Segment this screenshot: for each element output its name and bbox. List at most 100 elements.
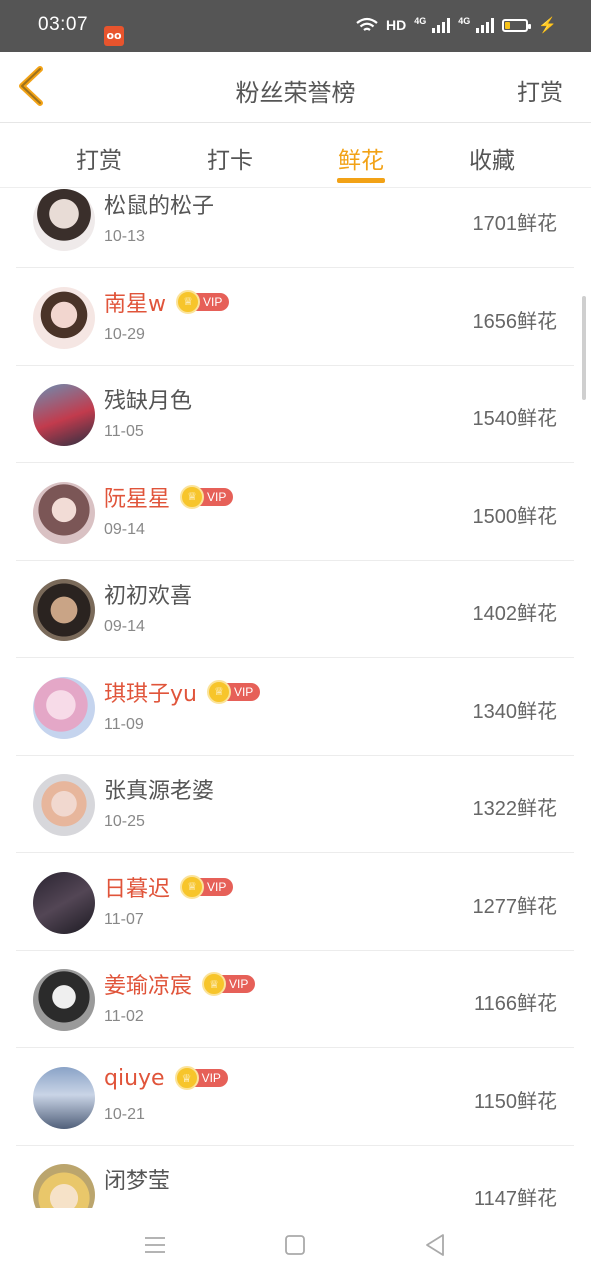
list-item[interactable]: 琪琪子yu ♕ VIP 11-09 1340鲜花: [16, 659, 574, 756]
flower-count: 1540鲜花: [472, 408, 558, 430]
crown-icon: ♕: [206, 679, 231, 704]
avatar[interactable]: [33, 774, 95, 836]
user-name: 琪琪子yu: [104, 681, 197, 707]
crown-icon: ♕: [180, 874, 205, 899]
list-item[interactable]: 闭梦莹 1147鲜花: [16, 1146, 574, 1208]
user-name: 阮星星: [104, 486, 171, 512]
flower-count: 1500鲜花: [472, 505, 558, 528]
name-line: 残缺月色: [104, 383, 192, 415]
list-item[interactable]: 日暮迟 ♕ VIP 11-07 1277鲜花: [16, 854, 574, 951]
avatar[interactable]: [33, 189, 95, 251]
join-date: 10-25: [104, 813, 145, 830]
list-item[interactable]: 张真源老婆 10-25 1322鲜花: [16, 756, 574, 853]
list-item[interactable]: 姜瑜凉宸 ♕ VIP 11-02 1166鲜花: [16, 951, 574, 1048]
flower-count: 1147鲜花: [473, 1188, 557, 1208]
flower-count: 1322鲜花: [472, 798, 558, 820]
vip-badge: ♕ VIP: [176, 289, 230, 314]
user-name: 残缺月色: [104, 389, 193, 414]
reward-button[interactable]: 打赏: [517, 73, 563, 107]
flower-count: 1166鲜花: [473, 993, 557, 1015]
home-button[interactable]: [280, 1230, 310, 1260]
page-header: 粉丝荣誉榜 打赏: [0, 52, 591, 123]
flower-count: 1150鲜花: [473, 1090, 557, 1113]
tab-checkin[interactable]: 打卡: [180, 141, 280, 175]
avatar[interactable]: [33, 676, 95, 739]
active-tab-indicator: [337, 178, 385, 183]
join-date: 10-21: [104, 1105, 145, 1123]
list-item[interactable]: 松鼠的松子 10-13 1701鲜花: [16, 188, 574, 268]
crown-icon: ♕: [174, 1066, 199, 1090]
list-item[interactable]: 南星w ♕ VIP 10-29 1656鲜花: [16, 269, 574, 366]
name-line: 南星w ♕ VIP: [104, 286, 230, 318]
wifi-icon: [356, 17, 378, 31]
avatar[interactable]: [33, 1164, 95, 1208]
join-date: 11-02: [104, 1008, 144, 1025]
user-name: 松鼠的松子: [104, 194, 215, 219]
hd-indicator: HD: [386, 17, 407, 33]
battery-level: [505, 21, 511, 29]
status-icons: HD 4G 4G ⚡: [356, 16, 557, 34]
tab-bar: 打赏 打卡 鲜花 收藏: [0, 123, 591, 188]
name-line: 琪琪子yu ♕ VIP: [104, 676, 261, 708]
name-line: qiuye ♕ VIP: [104, 1066, 228, 1091]
flower-count: 1656鲜花: [472, 310, 558, 333]
avatar[interactable]: [33, 969, 95, 1031]
app-notification-icon: oo: [104, 26, 124, 46]
tab-flowers[interactable]: 鲜花: [311, 141, 411, 175]
vip-badge: ♕ VIP: [180, 874, 234, 899]
menu-button[interactable]: [140, 1230, 170, 1260]
name-line: 张真源老婆: [104, 773, 214, 805]
user-name: qiuye: [104, 1065, 165, 1091]
vip-badge: ♕ VIP: [202, 972, 256, 996]
user-name: 日暮迟: [104, 876, 171, 902]
vip-badge: ♕ VIP: [180, 484, 234, 509]
back-nav-button[interactable]: [420, 1230, 450, 1260]
join-date: 10-29: [104, 325, 145, 343]
avatar[interactable]: [33, 286, 95, 349]
join-date: 10-13: [104, 228, 145, 245]
list-item[interactable]: qiuye ♕ VIP 10-21 1150鲜花: [16, 1049, 574, 1146]
flower-count: 1340鲜花: [472, 700, 558, 723]
scrollbar[interactable]: [582, 296, 586, 400]
tab-favorites[interactable]: 收藏: [442, 141, 542, 175]
network-type-1: 4G: [414, 16, 427, 26]
name-line: 初初欢喜: [104, 578, 192, 610]
join-date: 11-09: [104, 715, 144, 733]
avatar[interactable]: [33, 384, 95, 446]
page-title: 粉丝荣誉榜: [235, 79, 356, 107]
join-date: 11-07: [104, 910, 144, 928]
avatar[interactable]: [33, 1066, 95, 1129]
system-nav-bar: [0, 1208, 591, 1280]
status-bar: 03:07 oo HD 4G 4G ⚡: [0, 0, 591, 52]
crown-icon: ♕: [180, 484, 205, 509]
flower-count: 1402鲜花: [472, 603, 558, 625]
join-date: 11-05: [104, 423, 144, 440]
list-item[interactable]: 阮星星 ♕ VIP 09-14 1500鲜花: [16, 464, 574, 561]
tab-reward[interactable]: 打赏: [49, 141, 149, 175]
name-line: 阮星星 ♕ VIP: [104, 481, 234, 513]
signal-icon: [432, 17, 451, 33]
vip-badge: ♕ VIP: [174, 1066, 228, 1090]
back-triangle-icon: [426, 1234, 444, 1256]
fan-ranking-list: 松鼠的松子 10-13 1701鲜花南星w ♕ VIP 10-29 1656鲜花残缺月色 11…: [0, 188, 591, 1208]
user-name: 姜瑜凉宸: [104, 974, 193, 999]
name-line: 日暮迟 ♕ VIP: [104, 871, 234, 903]
vip-badge: ♕ VIP: [206, 679, 261, 704]
avatar[interactable]: [33, 871, 95, 934]
list-item[interactable]: 初初欢喜 09-14 1402鲜花: [16, 561, 574, 658]
network-type-2: 4G: [458, 16, 471, 26]
menu-icon: [145, 1237, 165, 1253]
signal-icon-2: [476, 17, 495, 33]
home-square-icon: [285, 1235, 305, 1255]
avatar[interactable]: [33, 481, 95, 544]
avatar[interactable]: [33, 579, 95, 641]
user-name: 张真源老婆: [104, 779, 215, 804]
user-name: 南星w: [104, 291, 166, 317]
name-line: 松鼠的松子: [104, 188, 214, 220]
join-date: 09-14: [104, 618, 145, 635]
name-line: 姜瑜凉宸 ♕ VIP: [104, 968, 256, 1000]
battery-icon: [502, 18, 532, 32]
flower-count: 1701鲜花: [472, 213, 558, 235]
flower-count: 1277鲜花: [472, 895, 558, 918]
list-item[interactable]: 残缺月色 11-05 1540鲜花: [16, 366, 574, 463]
